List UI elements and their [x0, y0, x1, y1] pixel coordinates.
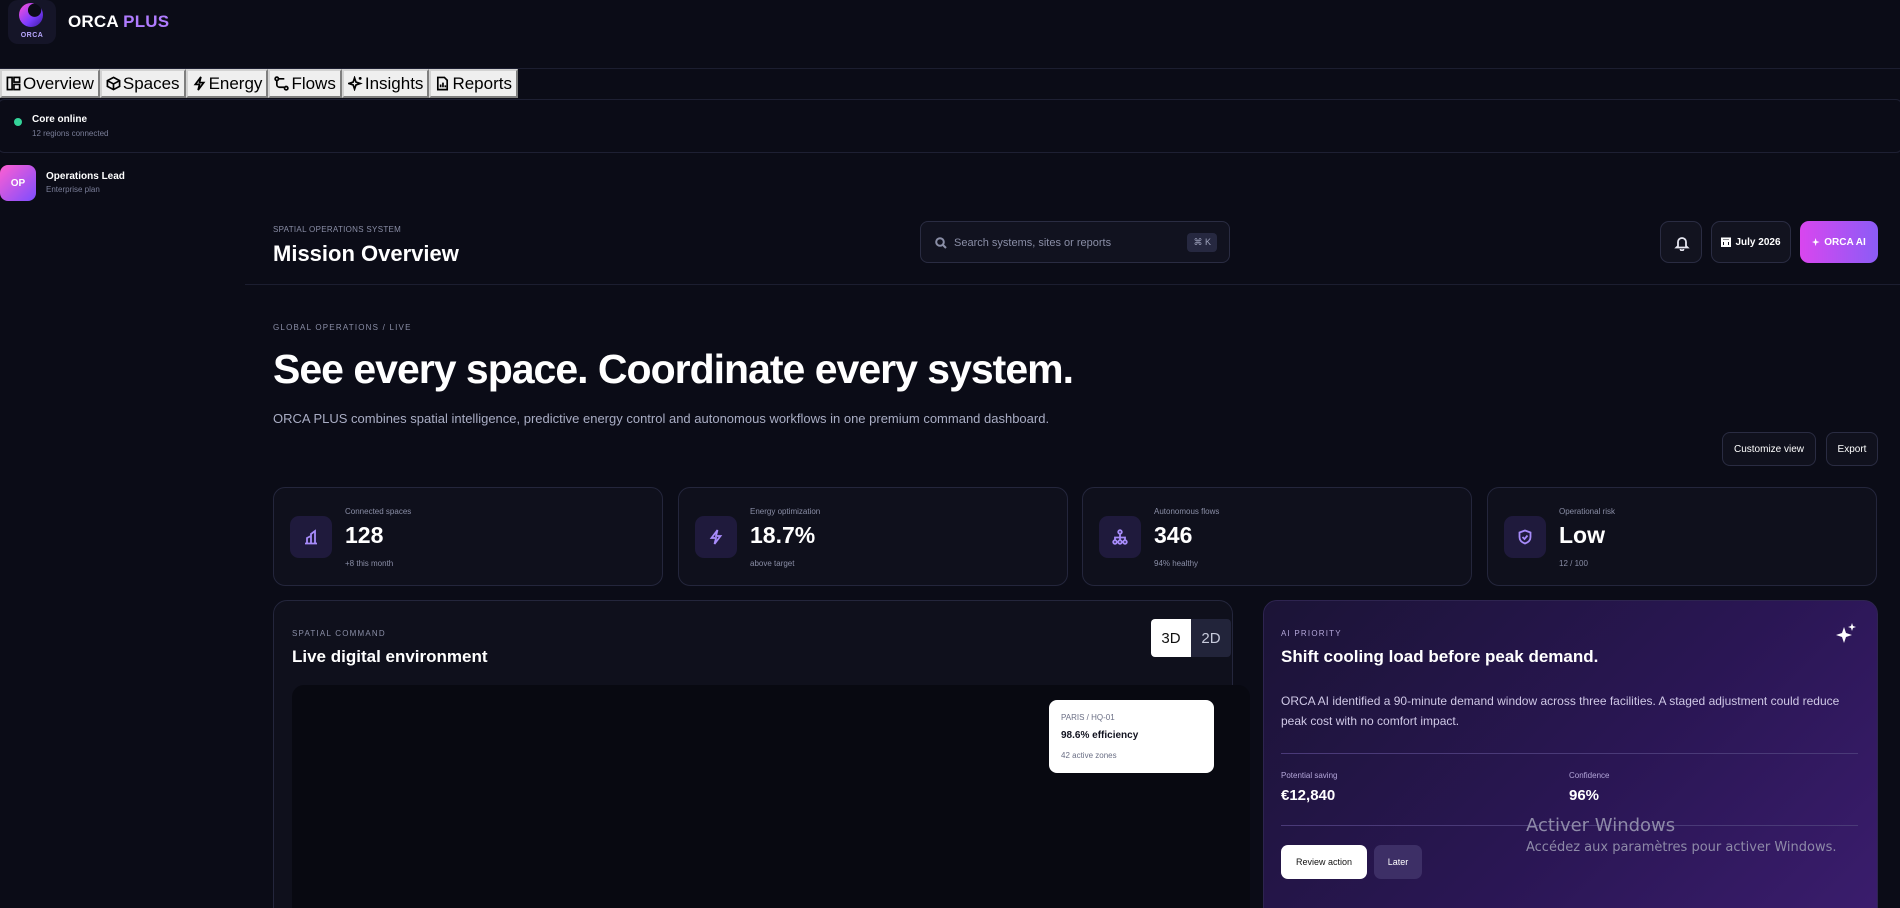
- notifications-button[interactable]: [1660, 221, 1702, 263]
- brand-name-part2: PLUS: [123, 12, 170, 31]
- stat-card-risk[interactable]: Operational risk Low 12 / 100: [1487, 487, 1877, 586]
- mode-2d-button[interactable]: 2D: [1191, 619, 1231, 657]
- user-plan: Enterprise plan: [46, 185, 100, 194]
- divider: [245, 284, 1900, 285]
- view-mode-toggle: 3D 2D: [1151, 619, 1231, 657]
- saving-value: €12,840: [1281, 787, 1336, 804]
- bolt-icon: [709, 529, 723, 545]
- status-dot: [14, 118, 22, 126]
- nav-label: Insights: [364, 73, 424, 93]
- stat-icon-box: [695, 516, 737, 558]
- logo-text: ORCA: [20, 32, 44, 39]
- flow-icon: [274, 76, 290, 91]
- bell-icon: [1674, 237, 1690, 251]
- stat-label: Connected spaces: [345, 507, 412, 516]
- core-status-card: Core online 12 regions connected: [0, 99, 1900, 153]
- stat-icon-box: [1099, 516, 1141, 558]
- nav-reports[interactable]: Reports: [429, 69, 518, 98]
- nav-label: Overview: [23, 73, 94, 93]
- location-site: PARIS / HQ-01: [1061, 713, 1115, 722]
- building-chart-icon: [305, 529, 317, 545]
- network-icon: [1112, 529, 1128, 545]
- review-action-button[interactable]: Review action: [1281, 845, 1367, 879]
- stat-value: 128: [345, 522, 384, 548]
- search-placeholder: Search systems, sites or reports: [954, 237, 1112, 249]
- hero-title: See every space. Coordinate every system…: [273, 346, 1074, 392]
- saving-label: Potential saving: [1281, 771, 1338, 780]
- shield-icon: [1518, 529, 1532, 545]
- stat-label: Energy optimization: [750, 507, 821, 516]
- stat-label: Autonomous flows: [1154, 507, 1220, 516]
- stat-sub: +8 this month: [345, 559, 394, 568]
- ai-description: ORCA AI identified a 90-minute demand wi…: [1281, 694, 1840, 728]
- stat-value: 346: [1154, 522, 1193, 548]
- panel-eyebrow: SPATIAL COMMAND: [292, 629, 386, 638]
- orca-ai-button[interactable]: ORCA AI: [1800, 221, 1878, 263]
- windows-activation-title: Activer Windows: [1526, 815, 1676, 836]
- windows-activation-subtitle: Accédez aux paramètres pour activer Wind…: [1526, 840, 1837, 855]
- page-title: Mission Overview: [273, 241, 459, 266]
- location-efficiency: 98.6% efficiency: [1061, 730, 1139, 741]
- nav-label: Flows: [291, 73, 336, 93]
- avatar[interactable]: OP: [0, 165, 36, 201]
- shortcut-hint: ⌘ K: [1187, 233, 1217, 252]
- hero-eyebrow: GLOBAL OPERATIONS / LIVE: [273, 323, 412, 332]
- ai-priority-panel: AI PRIORITY Shift cooling load before pe…: [1263, 600, 1878, 908]
- orca-logo-icon: [19, 3, 43, 27]
- main-nav: Overview Spaces Energy Flows Insights Re…: [0, 69, 518, 98]
- divider: [1281, 753, 1858, 754]
- location-card[interactable]: PARIS / HQ-01 98.6% efficiency 42 active…: [1049, 700, 1214, 773]
- stat-sub: 94% healthy: [1154, 559, 1199, 568]
- stat-value: Low: [1559, 522, 1605, 548]
- location-zones: 42 active zones: [1061, 751, 1117, 760]
- stat-card-flows[interactable]: Autonomous flows 346 94% healthy: [1082, 487, 1472, 586]
- app-logo[interactable]: ORCA: [8, 0, 56, 44]
- ai-title: Shift cooling load before peak demand.: [1281, 647, 1599, 666]
- stat-icon-box: [1504, 516, 1546, 558]
- stat-icon-box: [290, 516, 332, 558]
- calendar-icon: [1721, 237, 1732, 247]
- cube-icon: [106, 76, 121, 91]
- search-icon: [935, 237, 947, 249]
- report-icon: [437, 76, 449, 91]
- nav-energy[interactable]: Energy: [185, 69, 269, 98]
- export-button[interactable]: Export: [1826, 432, 1878, 466]
- date-picker-button[interactable]: July 2026: [1711, 221, 1791, 263]
- search-input[interactable]: Search systems, sites or reports ⌘ K: [920, 221, 1230, 263]
- status-title: Core online: [32, 114, 88, 125]
- bolt-icon: [193, 76, 205, 91]
- mode-3d-button[interactable]: 3D: [1151, 619, 1191, 657]
- brand-name: ORCA PLUS: [68, 12, 169, 32]
- ai-button-label: ORCA AI: [1824, 236, 1866, 248]
- hero-description: ORCA PLUS combines spatial intelligence,…: [273, 411, 1050, 426]
- customize-view-button[interactable]: Customize view: [1722, 432, 1816, 466]
- stat-value: 18.7%: [750, 522, 816, 548]
- ai-eyebrow: AI PRIORITY: [1281, 629, 1342, 638]
- sparkles-icon: [1836, 623, 1856, 643]
- nav-insights[interactable]: Insights: [341, 69, 430, 98]
- sparkles-icon: [347, 76, 363, 91]
- nav-label: Spaces: [122, 73, 180, 93]
- stat-label: Operational risk: [1559, 507, 1616, 516]
- date-label: July 2026: [1735, 236, 1781, 248]
- panel-title: Live digital environment: [292, 647, 488, 666]
- layout-icon: [6, 76, 21, 91]
- confidence-value: 96%: [1569, 787, 1600, 804]
- nav-overview[interactable]: Overview: [0, 69, 100, 98]
- stat-sub: above target: [750, 559, 795, 568]
- nav-label: Energy: [208, 73, 263, 93]
- status-subtitle: 12 regions connected: [32, 129, 109, 138]
- nav-spaces[interactable]: Spaces: [99, 69, 186, 98]
- sparkle-icon: [1812, 237, 1820, 246]
- brand-name-part1: ORCA: [68, 12, 119, 31]
- header-eyebrow: SPATIAL OPERATIONS SYSTEM: [273, 225, 402, 234]
- stat-card-connected-spaces[interactable]: Connected spaces 128 +8 this month: [273, 487, 663, 586]
- stat-sub: 12 / 100: [1559, 559, 1588, 568]
- user-name: Operations Lead: [46, 171, 125, 182]
- nav-label: Reports: [452, 73, 512, 93]
- later-button[interactable]: Later: [1374, 845, 1422, 879]
- nav-flows[interactable]: Flows: [268, 69, 342, 98]
- stat-card-energy[interactable]: Energy optimization 18.7% above target: [678, 487, 1068, 586]
- confidence-label: Confidence: [1569, 771, 1610, 780]
